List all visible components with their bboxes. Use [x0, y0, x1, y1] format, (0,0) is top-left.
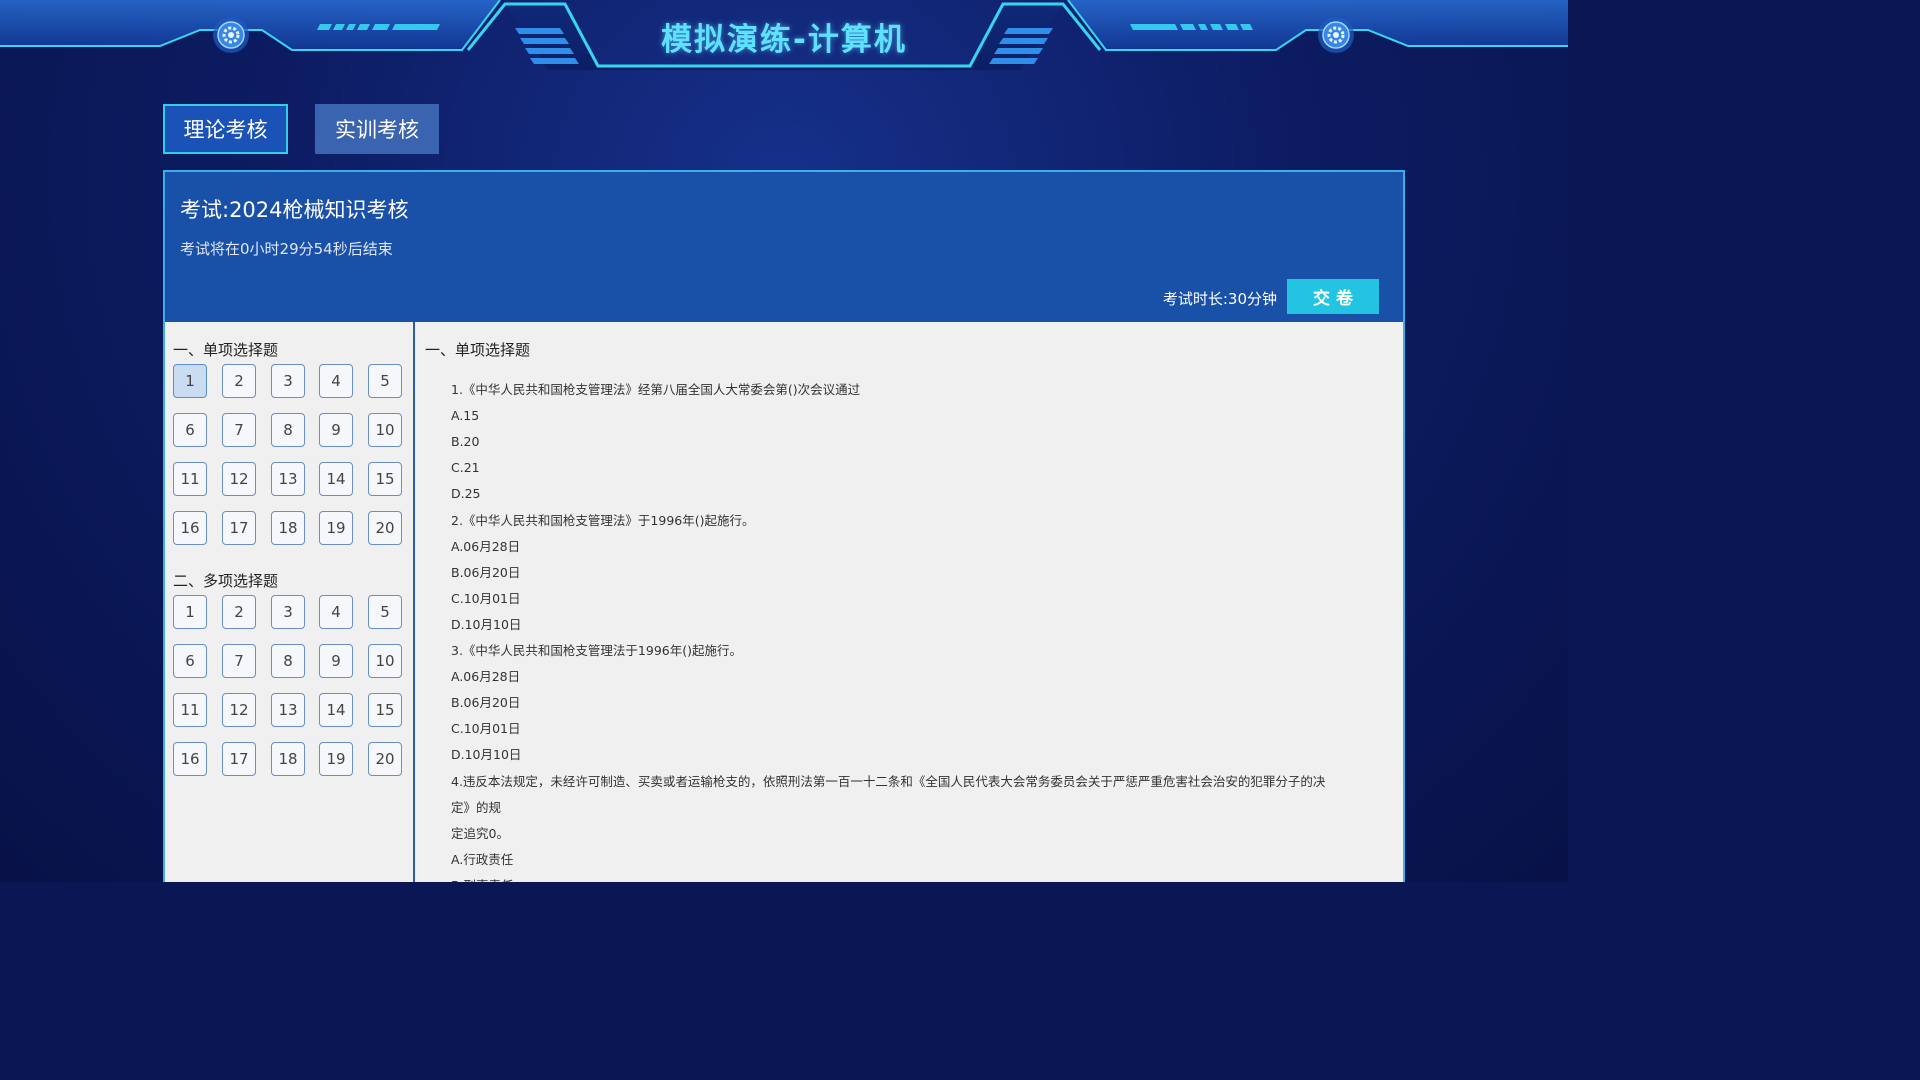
multiple-choice-question-button[interactable]: 10 [368, 644, 402, 678]
submit-exam-button[interactable]: 交 卷 [1287, 279, 1379, 314]
single-choice-question-button[interactable]: 9 [319, 413, 353, 447]
single-choice-question-button[interactable]: 3 [271, 364, 305, 398]
question-line[interactable]: B.06月20日 [451, 695, 520, 711]
multiple-choice-question-button[interactable]: 7 [222, 644, 256, 678]
app-window: 模拟演练-计算机 理论考核 实训考核 考试:2024枪械知识考核 考试将在0小时… [0, 0, 1568, 882]
question-list: 一、单项选择题 1.《中华人民共和国枪支管理法》经第八届全国人大常委会第()次会… [415, 322, 1403, 882]
multiple-choice-question-button[interactable]: 20 [368, 742, 402, 776]
question-text: 3.《中华人民共和国枪支管理法于1996年()起施行。 [451, 643, 742, 658]
question-line[interactable]: C.21 [451, 460, 480, 476]
question-line[interactable]: C.10月01日 [451, 721, 521, 737]
tab-practical-exam[interactable]: 实训考核 [315, 104, 439, 154]
multiple-choice-question-button[interactable]: 18 [271, 742, 305, 776]
single-choice-question-button[interactable]: 5 [368, 364, 402, 398]
multiple-choice-question-button[interactable]: 4 [319, 595, 353, 629]
exam-panel: 考试:2024枪械知识考核 考试将在0小时29分54秒后结束 考试时长:30分钟… [163, 170, 1405, 882]
tab-theory-exam[interactable]: 理论考核 [163, 104, 288, 154]
question-line: 定追究0。 [451, 825, 509, 841]
multiple-choice-question-button[interactable]: 2 [222, 595, 256, 629]
multiple-choice-question-button[interactable]: 12 [222, 693, 256, 727]
question-text: 4.违反本法规定，未经许可制造、买卖或者运输枪支的，依照刑法第一百一十二条和《全… [451, 773, 1326, 789]
multiple-choice-question-button[interactable]: 14 [319, 693, 353, 727]
exam-header: 考试:2024枪械知识考核 考试将在0小时29分54秒后结束 考试时长:30分钟… [165, 172, 1403, 322]
single-choice-question-button[interactable]: 6 [173, 413, 207, 447]
exam-countdown: 考试将在0小时29分54秒后结束 [180, 240, 393, 258]
single-choice-question-button[interactable]: 1 [173, 364, 207, 398]
multiple-choice-question-button[interactable]: 17 [222, 742, 256, 776]
question-section-title: 一、单项选择题 [425, 341, 531, 359]
single-choice-question-button[interactable]: 12 [222, 462, 256, 496]
question-line[interactable]: A.行政责任 [451, 852, 513, 868]
multiple-choice-question-button[interactable]: 5 [368, 595, 402, 629]
question-line[interactable]: B.20 [451, 434, 479, 450]
single-choice-question-button[interactable]: 10 [368, 413, 402, 447]
single-choice-question-button[interactable]: 18 [271, 511, 305, 545]
question-line[interactable]: A.06月28日 [451, 539, 520, 555]
multiple-choice-question-button[interactable]: 16 [173, 742, 207, 776]
question-line[interactable]: A.06月28日 [451, 669, 520, 685]
question-line[interactable]: D.10月10日 [451, 747, 521, 763]
multiple-choice-question-button[interactable]: 13 [271, 693, 305, 727]
multiple-choice-question-button[interactable]: 3 [271, 595, 305, 629]
multiple-choice-question-button[interactable]: 8 [271, 644, 305, 678]
single-choice-question-button[interactable]: 19 [319, 511, 353, 545]
single-choice-question-button[interactable]: 13 [271, 462, 305, 496]
question-text: 2.《中华人民共和国枪支管理法》于1996年()起施行。 [451, 512, 755, 528]
app-title: 模拟演练-计算机 [661, 22, 907, 58]
multiple-choice-question-button[interactable]: 19 [319, 742, 353, 776]
multiple-choice-question-button[interactable]: 15 [368, 693, 402, 727]
question-line[interactable]: C.10月01日 [451, 591, 521, 607]
single-choice-question-button[interactable]: 17 [222, 511, 256, 545]
question-line[interactable]: B.刑事责任 [451, 878, 514, 882]
multiple-choice-question-button[interactable]: 11 [173, 693, 207, 727]
single-choice-question-button[interactable]: 14 [319, 462, 353, 496]
question-line[interactable]: D.25 [451, 486, 481, 502]
question-line[interactable]: B.06月20日 [451, 565, 520, 581]
multiple-choice-question-button[interactable]: 6 [173, 644, 207, 678]
single-choice-question-button[interactable]: 20 [368, 511, 402, 545]
single-choice-question-button[interactable]: 2 [222, 364, 256, 398]
single-choice-question-button[interactable]: 15 [368, 462, 402, 496]
section-title-single-choice: 一、单项选择题 [173, 341, 279, 359]
single-choice-question-button[interactable]: 7 [222, 413, 256, 447]
single-choice-question-button[interactable]: 8 [271, 413, 305, 447]
single-choice-question-button[interactable]: 4 [319, 364, 353, 398]
question-line[interactable]: D.10月10日 [451, 617, 521, 633]
exam-title: 考试:2024枪械知识考核 [180, 198, 409, 222]
single-choice-question-button[interactable]: 16 [173, 511, 207, 545]
section-title-multiple-choice: 二、多项选择题 [173, 572, 279, 590]
multiple-choice-question-button[interactable]: 9 [319, 644, 353, 678]
multiple-choice-question-button[interactable]: 1 [173, 595, 207, 629]
question-line[interactable]: A.15 [451, 408, 479, 424]
question-navigator: 一、单项选择题 二、多项选择题 1 2 3 4 5 6 7 8 9 10 11 12 13 14 15 16 1… [165, 322, 415, 882]
question-text: 1.《中华人民共和国枪支管理法》经第八届全国人大常委会第()次会议通过 [451, 382, 861, 397]
single-choice-question-button[interactable]: 11 [173, 462, 207, 496]
exam-duration: 考试时长:30分钟 [1162, 290, 1277, 308]
question-line: 定》的规 [451, 799, 502, 815]
